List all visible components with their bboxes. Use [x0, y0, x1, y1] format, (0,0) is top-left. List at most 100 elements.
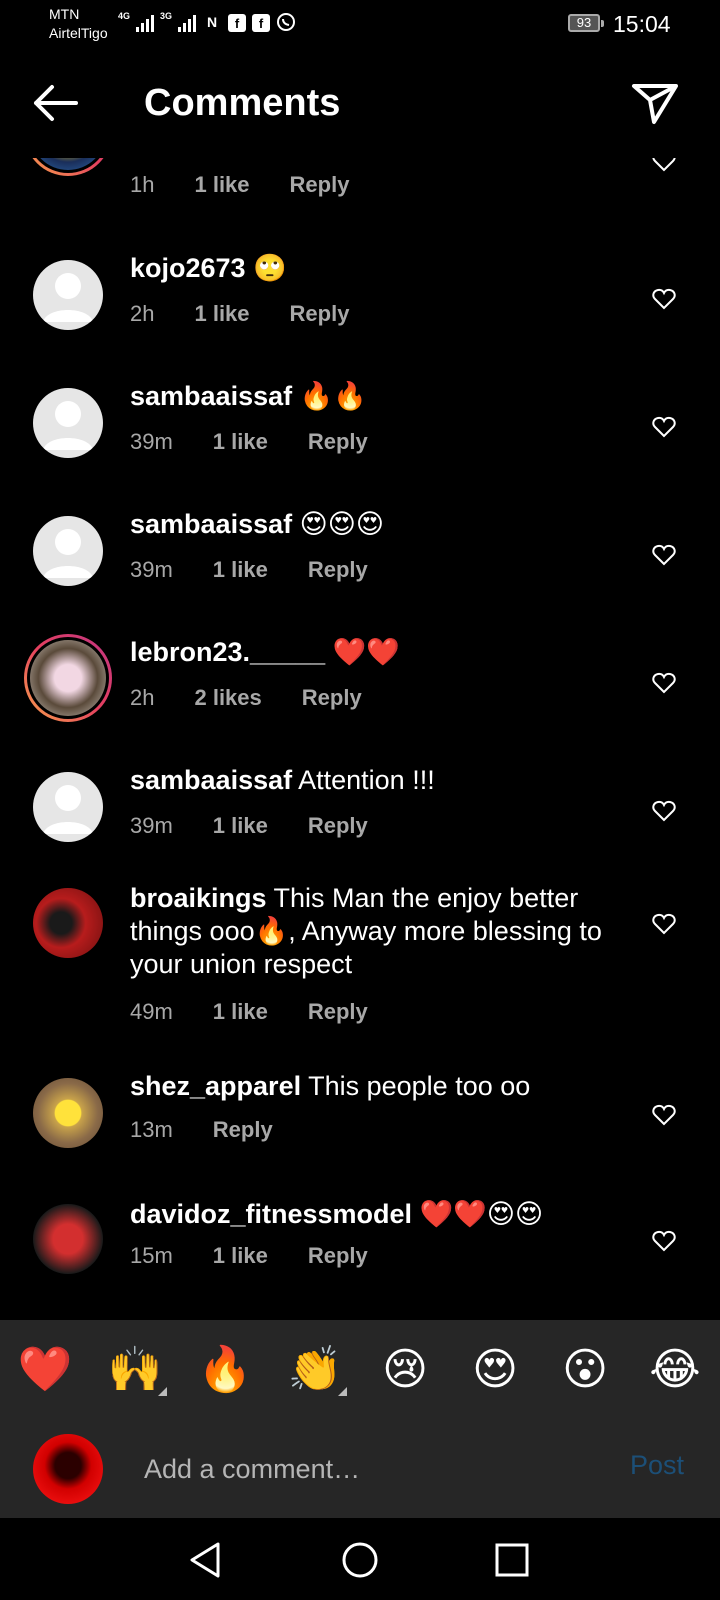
comment-list[interactable]: 1h 1 like Reply kojo2673 🙄 2h 1 like Rep… — [0, 158, 720, 1320]
comment-likes[interactable]: 1 like — [213, 813, 268, 839]
heart-icon[interactable] — [652, 672, 676, 694]
share-button[interactable] — [630, 80, 680, 126]
network-type-1: 4G — [118, 11, 131, 21]
carrier-1: MTN — [49, 6, 80, 22]
heart-icon[interactable] — [652, 913, 676, 935]
reply-button[interactable]: Reply — [308, 429, 368, 455]
emoji-heart-button[interactable]: ❤️ — [15, 1342, 75, 1398]
comment-text: sambaaissaf 🔥🔥 — [130, 380, 630, 413]
comment-username[interactable]: shez_apparel — [130, 1071, 301, 1101]
emoji-surprised-button[interactable]: 😮 — [555, 1342, 615, 1398]
nav-back-icon[interactable] — [184, 1538, 228, 1582]
emoji-variants-indicator — [338, 1387, 347, 1396]
header: Comments — [0, 50, 720, 158]
emoji-raised-hands-button[interactable]: 🙌 — [105, 1342, 167, 1398]
heart-icon[interactable] — [652, 800, 676, 822]
avatar[interactable] — [33, 388, 103, 458]
post-button[interactable]: Post — [630, 1450, 684, 1481]
comment-meta: 49m 1 like Reply — [130, 999, 368, 1025]
system-nav-bar — [0, 1518, 720, 1600]
comment-likes[interactable]: 1 like — [213, 429, 268, 455]
avatar[interactable] — [33, 516, 103, 586]
avatar[interactable] — [33, 888, 103, 958]
emoji-fire-button[interactable]: 🔥 — [195, 1342, 255, 1398]
comment-likes[interactable]: 1 like — [194, 301, 249, 327]
reply-button[interactable]: Reply — [308, 1243, 368, 1269]
emoji-crying-button[interactable]: 😢 — [375, 1342, 435, 1398]
page-title: Comments — [144, 82, 341, 124]
comment-text: sambaaissaf 😍😍😍 — [130, 508, 630, 541]
comment-text: lebron23._____ ❤️❤️ — [130, 636, 630, 669]
my-avatar — [33, 1434, 103, 1504]
emoji-clap-icon: 👏 — [287, 1345, 343, 1394]
comment-composer: Post — [0, 1420, 720, 1518]
reply-button[interactable]: Reply — [308, 999, 368, 1025]
comment-body: 🙄 — [245, 253, 287, 283]
comment-time: 39m — [130, 813, 173, 838]
avatar[interactable] — [33, 1204, 103, 1274]
reply-button[interactable]: Reply — [213, 1117, 273, 1143]
carrier-2: AirtelTigo — [49, 25, 108, 41]
facebook-icon: f — [228, 14, 247, 32]
heart-icon[interactable] — [652, 158, 676, 172]
nav-home-icon[interactable] — [338, 1538, 382, 1582]
nav-recents-icon[interactable] — [490, 1538, 534, 1582]
comment-time: 1h — [130, 172, 155, 197]
comment-username[interactable]: sambaaissaf — [130, 509, 292, 539]
comment-input[interactable] — [144, 1444, 584, 1494]
heart-icon[interactable] — [652, 1104, 676, 1126]
comment-body: ❤️❤️😍😍 — [412, 1199, 544, 1229]
status-bar: MTN AirtelTigo 4G 3G N f f 93 15:04 — [0, 0, 720, 50]
reply-button[interactable]: Reply — [308, 813, 368, 839]
comment-likes[interactable]: 1 like — [213, 557, 268, 583]
emoji-heart-eyes-button[interactable]: 😍 — [465, 1342, 525, 1398]
comment-username[interactable]: davidoz_fitnessmodel — [130, 1199, 412, 1229]
back-arrow-icon — [34, 85, 78, 121]
reply-button[interactable]: Reply — [302, 685, 362, 711]
comment-time: 15m — [130, 1243, 173, 1268]
comment-item: sambaaissaf 🔥🔥 39m 1 like Reply — [0, 376, 720, 501]
emoji-clap-button[interactable]: 👏 — [285, 1342, 347, 1398]
comment-body: 😍😍😍 — [292, 509, 385, 539]
comment-username[interactable]: sambaaissaf — [130, 381, 292, 411]
whatsapp-icon — [276, 12, 296, 32]
comment-username[interactable]: kojo2673 — [130, 253, 246, 283]
reply-button[interactable]: Reply — [290, 301, 350, 327]
comment-username[interactable]: sambaaissaf — [130, 765, 292, 795]
heart-icon[interactable] — [652, 1230, 676, 1252]
heart-icon[interactable] — [652, 288, 676, 310]
comment-meta: 2h 1 like Reply — [130, 301, 349, 327]
reply-button[interactable]: Reply — [290, 172, 350, 198]
avatar[interactable] — [33, 1078, 103, 1148]
heart-icon[interactable] — [652, 416, 676, 438]
comment-item: kojo2673 🙄 2h 1 like Reply — [0, 248, 720, 373]
avatar[interactable] — [24, 634, 112, 722]
comment-likes[interactable]: 1 like — [213, 999, 268, 1025]
back-button[interactable] — [28, 80, 82, 126]
facebook-icon: f — [252, 14, 271, 32]
comment-time: 39m — [130, 557, 173, 582]
avatar[interactable] — [24, 158, 112, 176]
comment-body: 🔥🔥 — [292, 381, 367, 411]
comment-username[interactable]: lebron23._____ — [130, 637, 325, 667]
comment-time: 39m — [130, 429, 173, 454]
comment-item: sambaaissaf 😍😍😍 39m 1 like Reply — [0, 504, 720, 629]
emoji-laughing-button[interactable]: 😂 — [645, 1342, 705, 1398]
comment-meta: 39m 1 like Reply — [130, 813, 368, 839]
comment-time: 13m — [130, 1117, 173, 1142]
comment-likes[interactable]: 1 like — [194, 172, 249, 198]
avatar[interactable] — [33, 772, 103, 842]
heart-icon[interactable] — [652, 544, 676, 566]
signal-bars-icon — [178, 14, 197, 32]
battery-icon: 93 — [568, 14, 604, 32]
comment-text: broaikings This Man the enjoy better thi… — [130, 882, 630, 981]
comment-time: 49m — [130, 999, 173, 1024]
reply-button[interactable]: Reply — [308, 557, 368, 583]
comment-likes[interactable]: 2 likes — [194, 685, 261, 711]
comment-likes[interactable]: 1 like — [213, 1243, 268, 1269]
comment-username[interactable]: broaikings — [130, 883, 267, 913]
comment-item: lebron23._____ ❤️❤️ 2h 2 likes Reply — [0, 632, 720, 757]
nfc-icon: N — [206, 14, 218, 30]
avatar[interactable] — [33, 260, 103, 330]
comment-time: 2h — [130, 301, 155, 326]
